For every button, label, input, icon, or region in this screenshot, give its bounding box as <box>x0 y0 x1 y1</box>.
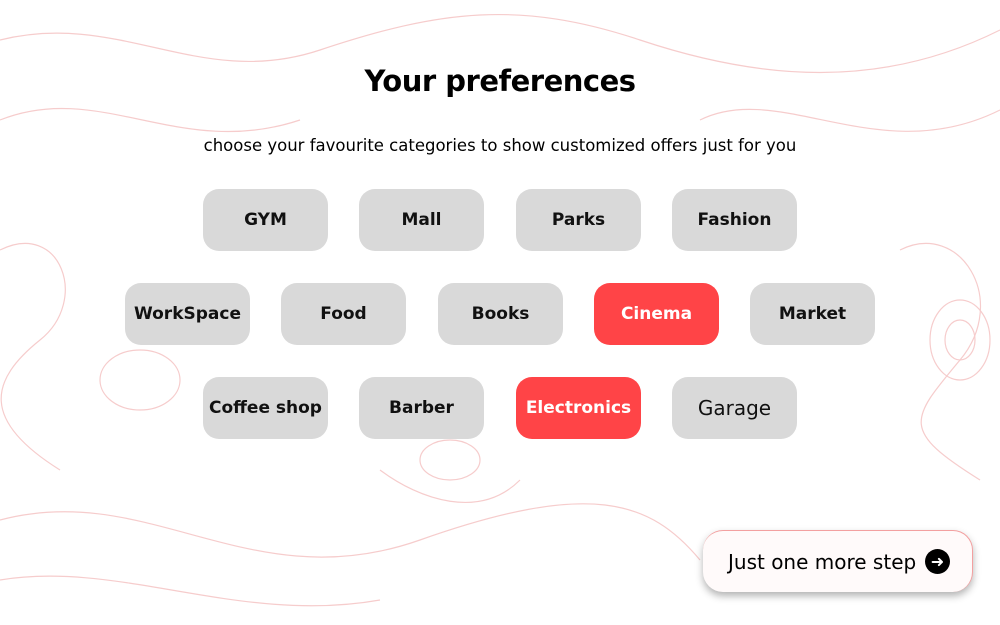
next-step-button[interactable]: Just one more step ➜ <box>703 530 973 592</box>
category-food[interactable]: Food <box>281 283 406 345</box>
page-subtitle: choose your favourite categories to show… <box>203 136 797 155</box>
next-step-label: Just one more step <box>728 549 917 574</box>
arrow-right-circle-icon: ➜ <box>925 549 950 574</box>
category-parks[interactable]: Parks <box>516 189 641 251</box>
category-electronics[interactable]: Electronics <box>516 377 641 439</box>
category-coffee-shop[interactable]: Coffee shop <box>203 377 328 439</box>
category-gym[interactable]: GYM <box>203 189 328 251</box>
category-cinema[interactable]: Cinema <box>594 283 719 345</box>
page-title: Your preferences <box>364 64 636 98</box>
category-barber[interactable]: Barber <box>359 377 484 439</box>
category-mall[interactable]: Mall <box>359 189 484 251</box>
category-books[interactable]: Books <box>438 283 563 345</box>
category-garage[interactable]: Garage <box>672 377 797 439</box>
category-market[interactable]: Market <box>750 283 875 345</box>
category-fashion[interactable]: Fashion <box>672 189 797 251</box>
category-workspace[interactable]: WorkSpace <box>125 283 250 345</box>
